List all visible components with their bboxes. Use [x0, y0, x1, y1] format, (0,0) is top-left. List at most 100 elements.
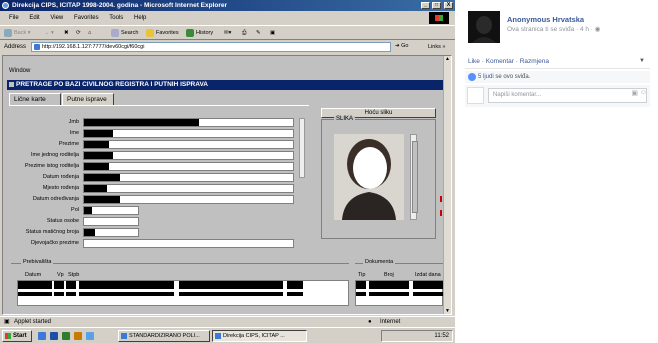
- field-input-jmb[interactable]: [83, 118, 294, 127]
- address-label: Address: [4, 44, 27, 50]
- camera-icon[interactable]: ▣: [631, 89, 638, 97]
- fields-scrollbar[interactable]: [299, 118, 305, 178]
- field-row-djevojacko: Djevojačko prezime: [3, 239, 294, 248]
- field-input-datum-rodjenja[interactable]: [83, 173, 294, 182]
- task-direkcija-cips[interactable]: Direkcija CIPS, ICITAP ...: [212, 330, 307, 342]
- facebook-panel: Anonymous Hrvatska Ova stranica ti se sv…: [455, 0, 658, 343]
- likes-count-link[interactable]: 5 ljudi: [478, 74, 494, 80]
- menu-tools[interactable]: Tools: [109, 15, 123, 21]
- documents-label: Dokumenta: [363, 259, 396, 265]
- menu-help[interactable]: Help: [134, 15, 146, 21]
- mail-icon[interactable]: ✉▾: [224, 26, 231, 40]
- redaction-bar: [84, 185, 107, 192]
- toolbar: Back ▾ → ▾ ✖ ⟳ ⌂ Search Favorites Histor…: [0, 25, 455, 40]
- start-button[interactable]: Start: [2, 330, 32, 342]
- field-label: Status matičnog broja: [25, 229, 79, 235]
- menu-favorites[interactable]: Favorites: [74, 15, 99, 21]
- print-icon[interactable]: ⎙: [242, 26, 246, 40]
- ie-quick-icon[interactable]: [86, 332, 94, 340]
- favorites-button[interactable]: Favorites: [146, 26, 179, 40]
- field-label: Mjesto rođenja: [42, 185, 79, 191]
- redaction-bar: [84, 174, 120, 181]
- field-label: Datum rođenja: [42, 174, 79, 180]
- field-row-mjesto-rodjenja: Mjesto rođenja: [3, 184, 294, 193]
- menu-view[interactable]: View: [50, 15, 63, 21]
- field-input-ime[interactable]: [83, 129, 294, 138]
- photo-scrollbar[interactable]: [410, 134, 418, 220]
- field-label: Djevojačko prezime: [31, 240, 79, 246]
- redaction-bar: [84, 130, 113, 137]
- field-label: Prezime istog roditelja: [24, 163, 79, 169]
- history-icon: [186, 28, 194, 37]
- field-input-djevojacko[interactable]: [83, 239, 294, 248]
- word-icon[interactable]: [50, 332, 58, 340]
- explorer-icon[interactable]: [74, 332, 82, 340]
- edit-icon[interactable]: ✎: [256, 26, 261, 40]
- post-actions: Like · Komentar · Razmjena: [468, 58, 549, 65]
- page-name[interactable]: Anonymous Hrvatska: [507, 15, 584, 24]
- field-input-prezime-roditelja[interactable]: [83, 162, 294, 171]
- redaction-bar: [84, 196, 120, 203]
- maximize-button[interactable]: □: [432, 2, 441, 9]
- menu-edit[interactable]: Edit: [29, 15, 39, 21]
- field-input-pol[interactable]: [83, 206, 139, 215]
- field-input-status-mb[interactable]: [83, 228, 139, 237]
- col-tip: Tip: [358, 272, 366, 278]
- forward-button[interactable]: → ▾: [44, 26, 54, 40]
- comment-input[interactable]: Napiši komentar...: [488, 88, 647, 103]
- like-link[interactable]: Like: [468, 58, 480, 65]
- emoji-icon[interactable]: ☺: [640, 89, 647, 96]
- address-input[interactable]: http://192.168.1.127:7777/dev60cgi/f60cg…: [31, 42, 391, 52]
- close-button[interactable]: X: [444, 2, 453, 9]
- history-button[interactable]: History: [186, 26, 213, 40]
- field-label: Jmb: [68, 119, 79, 125]
- home-icon[interactable]: ⌂: [88, 26, 91, 40]
- field-row-datum-rodjenja: Datum rođenja: [3, 173, 294, 182]
- field-label: Ime: [69, 130, 79, 136]
- field-row-status-mb: Status matičnog broja: [3, 228, 294, 237]
- go-button[interactable]: ➜ Go: [395, 42, 408, 52]
- window-menu-label[interactable]: Window: [9, 68, 30, 74]
- field-row-prezime: Prezime: [3, 140, 294, 149]
- field-row-pol: Pol: [3, 206, 294, 215]
- field-input-datum-odredjivanja[interactable]: [83, 195, 294, 204]
- field-row-ime-roditelja: Ime jednog roditelja: [3, 151, 294, 160]
- links-button[interactable]: Links »: [428, 41, 445, 53]
- refresh-icon[interactable]: ⟳: [76, 26, 81, 40]
- search-button[interactable]: Search: [111, 26, 138, 40]
- field-input-ime-roditelja[interactable]: [83, 151, 294, 160]
- field-label: Prezime: [58, 141, 79, 147]
- form-title: PRETRAGE PO BAZI CIVILNOG REGISTRA I PUT…: [7, 80, 444, 90]
- excel-icon[interactable]: [62, 332, 70, 340]
- task-standardizirano[interactable]: STANDARDIZIRANO POLI...: [118, 330, 210, 342]
- chevron-down-icon[interactable]: ▼: [639, 58, 645, 64]
- back-button[interactable]: Back ▾: [4, 26, 31, 40]
- discuss-icon[interactable]: ▣: [270, 26, 275, 40]
- divider: [465, 68, 650, 69]
- minimize-button[interactable]: _: [421, 2, 430, 9]
- taskbar: Start STANDARDIZIRANO POLI... Direkcija …: [0, 327, 455, 343]
- share-link[interactable]: Razmjena: [520, 58, 549, 65]
- page-avatar[interactable]: [468, 11, 500, 43]
- residence-divider: [11, 263, 349, 264]
- favorites-icon: [146, 28, 154, 37]
- page-scrollbar[interactable]: [443, 56, 451, 314]
- field-label: Pol: [71, 207, 79, 213]
- window-title: Direkcija CIPS, ICITAP 1998-2004. godina…: [12, 2, 228, 9]
- menu-file[interactable]: File: [9, 15, 19, 21]
- comment-link[interactable]: Komentar: [486, 58, 514, 65]
- clock: 11:52: [434, 333, 449, 339]
- field-input-status-osobe[interactable]: [83, 217, 139, 226]
- col-datum: Datum: [25, 272, 42, 278]
- globe-icon: ◉: [594, 26, 601, 33]
- redaction-bar: [84, 229, 95, 236]
- redaction-bar: [84, 152, 113, 159]
- stop-icon[interactable]: ✖: [64, 26, 69, 40]
- col-broj: Broj: [384, 272, 394, 278]
- photo-label: SLIKA: [334, 116, 356, 122]
- field-input-prezime[interactable]: [83, 140, 294, 149]
- desktop-icon[interactable]: [38, 332, 46, 340]
- field-input-mjesto-rodjenja[interactable]: [83, 184, 294, 193]
- field-row-jmb: Jmb: [3, 118, 294, 127]
- menu-bar: File Edit View Favorites Tools Help: [0, 12, 455, 24]
